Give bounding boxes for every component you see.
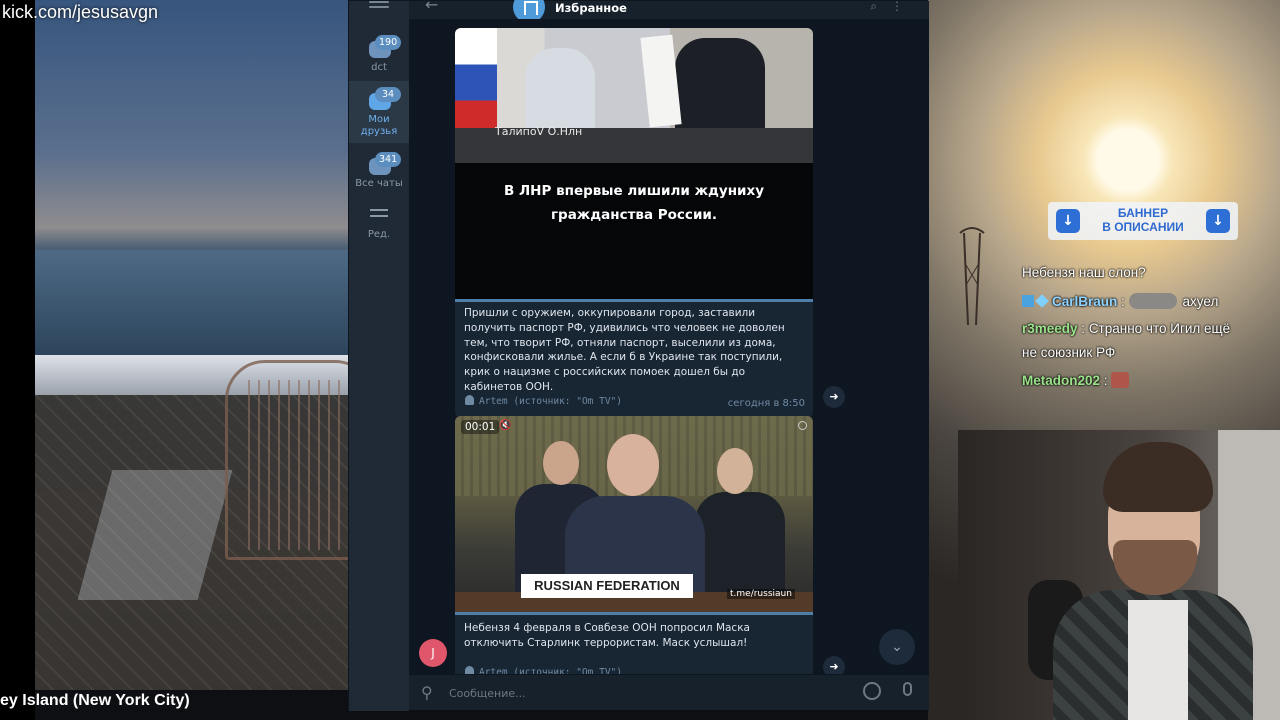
- banner-text: БАННЕР В ОПИСАНИИ: [1086, 206, 1200, 234]
- video-watermark: t.me/russiaun: [727, 589, 795, 599]
- streamer-hair: [1103, 442, 1213, 512]
- folder-label: Мои друзья: [360, 114, 398, 137]
- emote-icon: [1111, 372, 1130, 388]
- message-text: Небензя 4 февраля в Совбезе ООН попросил…: [464, 622, 750, 649]
- emoji-icon[interactable]: [863, 682, 881, 700]
- streamer-tshirt: [1128, 600, 1188, 720]
- stream-frame: kick.com/jesusavgn ey Island (New York C…: [0, 0, 1280, 720]
- microphone-icon[interactable]: [903, 682, 912, 696]
- person-right-head: [717, 448, 753, 494]
- chat-title: Избранное: [555, 1, 627, 15]
- message-text: Пришли с оружием, оккупировали город, за…: [464, 307, 785, 393]
- location-caption: ey Island (New York City): [0, 692, 190, 709]
- unread-badge: 190: [375, 35, 402, 50]
- chat-message-continuation: не союзник РФ: [1022, 345, 1115, 360]
- sea: [35, 250, 348, 360]
- message-bubble[interactable]: ТалипоV О.Нлн В ЛНР впервые лишили ждуни…: [455, 28, 813, 418]
- search-icon[interactable]: ⌕: [870, 0, 891, 13]
- chat-header: ← Избранное ⌕⋮: [409, 0, 929, 23]
- mute-icon[interactable]: 🔇: [499, 420, 511, 431]
- photo-headline-line: В ЛНР впервые лишили ждуниху: [503, 183, 764, 199]
- message-input[interactable]: [449, 683, 829, 703]
- message-photo[interactable]: ТалипоV О.Нлн: [455, 28, 813, 163]
- streamer-beard: [1113, 540, 1197, 595]
- chat-nick[interactable]: Metadon202: [1022, 373, 1100, 388]
- video-progress[interactable]: [455, 612, 813, 615]
- cube-badge-icon: [1035, 294, 1049, 308]
- folder-label: dct: [371, 62, 387, 73]
- emote-icon: [1128, 293, 1177, 309]
- chat-text: Странно что Игил ещё: [1088, 321, 1231, 336]
- forward-button[interactable]: ➜: [823, 656, 845, 674]
- photo-headline-line: гражданства России.: [550, 207, 717, 223]
- chat-message: r3meedy : Странно что Игил ещё: [1022, 321, 1231, 336]
- folder-label: Ред.: [367, 229, 391, 240]
- message-time: сегодня в 8:50: [727, 398, 805, 409]
- hamburger-menu-icon[interactable]: [369, 1, 389, 13]
- message-video[interactable]: RUSSIAN FEDERATION t.me/russiaun 00:01 🔇: [455, 416, 813, 612]
- banner-line: БАННЕР: [1117, 206, 1169, 220]
- chat-message: Metadon202 :: [1022, 372, 1130, 388]
- unread-badge: 341: [375, 152, 402, 167]
- person-left-head: [543, 441, 579, 485]
- folder-dct[interactable]: 190 dct: [349, 29, 409, 87]
- photo-headline: В ЛНР впервые лишили ждуниху гражданства…: [455, 163, 813, 299]
- media-divider: [455, 299, 813, 302]
- message-bubble[interactable]: RUSSIAN FEDERATION t.me/russiaun 00:01 🔇…: [455, 416, 813, 674]
- folder-sidebar: 190 dct 34 Мои друзья 341 Все чаты Ред.: [349, 1, 409, 711]
- paper-sheet: [640, 34, 682, 128]
- russian-flag: [455, 28, 497, 138]
- sliders-icon: [370, 209, 388, 223]
- message-author[interactable]: Artem (источник: "Om TV"): [465, 666, 622, 674]
- photo-watermark: ТалипоV О.Нлн: [495, 125, 583, 138]
- sender-avatar[interactable]: J: [419, 639, 447, 667]
- banner-line: В ОПИСАНИИ: [1102, 220, 1184, 234]
- stream-url: kick.com/jesusavgn: [2, 2, 159, 22]
- chat-nick[interactable]: r3meedy: [1022, 321, 1078, 336]
- message-composer: ⚲: [409, 674, 929, 710]
- forward-button[interactable]: ➜: [823, 386, 845, 408]
- header-actions: ⌕⋮: [870, 0, 917, 14]
- scroll-down-button[interactable]: ⌄: [879, 629, 915, 665]
- chat-message: Небензя наш слон?: [1022, 265, 1146, 280]
- fullscreen-icon[interactable]: [798, 421, 807, 430]
- chat-text: Небензя наш слон?: [1022, 265, 1146, 280]
- folder-my-friends[interactable]: 34 Мои друзья: [349, 81, 409, 143]
- folder-all-chats[interactable]: 341 Все чаты: [349, 146, 409, 204]
- back-arrow-icon[interactable]: ←: [425, 0, 438, 14]
- folder-label: Все чаты: [355, 178, 403, 189]
- paperclip-icon[interactable]: ⚲: [421, 683, 433, 702]
- folder-edit[interactable]: Ред.: [349, 201, 409, 259]
- person-right: [695, 492, 785, 602]
- puzzle-badge-icon: [1022, 295, 1034, 307]
- unread-badge: 34: [375, 87, 401, 102]
- parachute-tower: [959, 227, 985, 325]
- chat-text: не союзник РФ: [1022, 345, 1116, 360]
- more-icon[interactable]: ⋮: [891, 0, 917, 13]
- video-timecode: 00:01: [461, 420, 500, 434]
- chat-text: ахуел: [1182, 294, 1219, 309]
- message-list[interactable]: ТалипоV О.Нлн В ЛНР впервые лишили ждуни…: [409, 19, 929, 674]
- telegram-window: 190 dct 34 Мои друзья 341 Все чаты Ред. …: [348, 0, 929, 711]
- arrow-down-icon: ↓: [1206, 209, 1230, 233]
- coney-island-background: [35, 0, 375, 690]
- description-banner: ↓ БАННЕР В ОПИСАНИИ ↓: [1048, 202, 1238, 240]
- nameplate: RUSSIAN FEDERATION: [521, 574, 693, 598]
- chat-nick[interactable]: CarlBraun: [1052, 294, 1117, 309]
- webcam-feed: [958, 430, 1280, 720]
- message-author[interactable]: Artem (источник: "Om TV"): [465, 395, 622, 407]
- left-letterbox: [0, 0, 35, 720]
- chat-message: CarlBraun : ахуел: [1022, 293, 1218, 309]
- speaker-head: [607, 434, 659, 496]
- arrow-down-icon: ↓: [1056, 209, 1080, 233]
